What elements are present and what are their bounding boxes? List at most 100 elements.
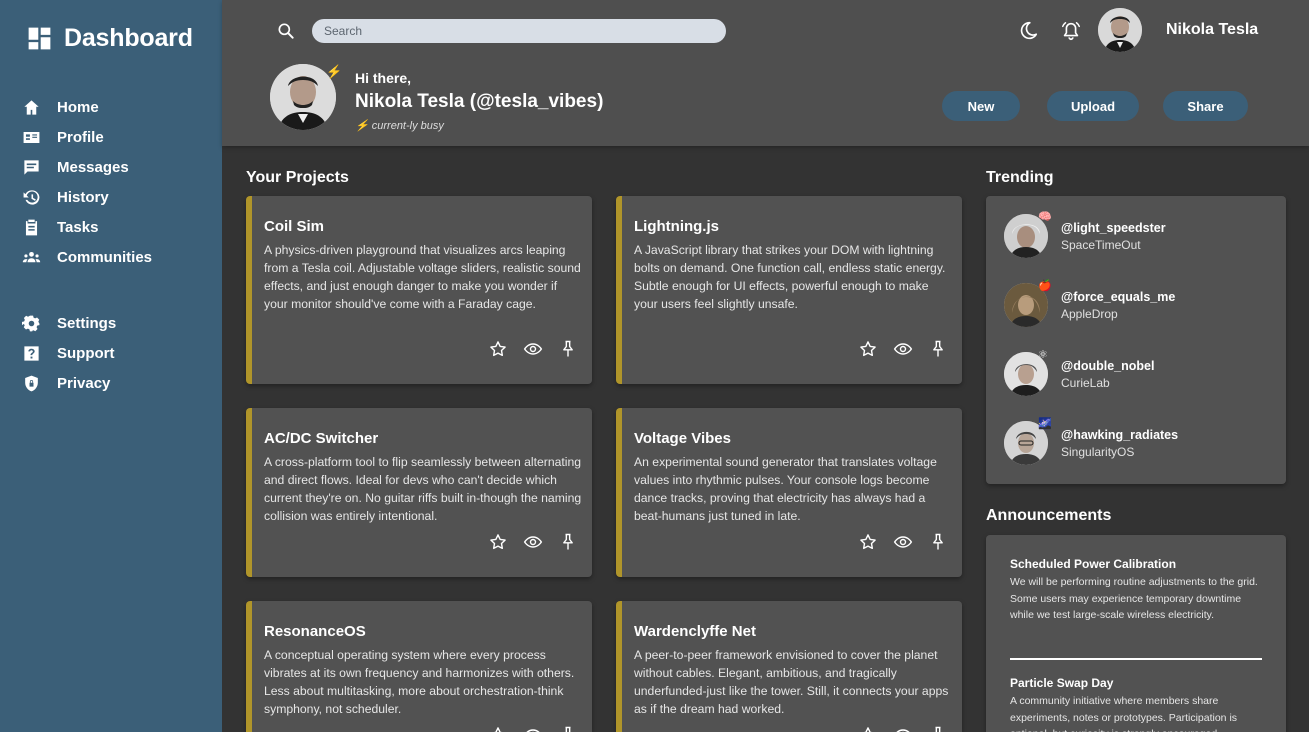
shield-icon — [25, 375, 38, 391]
project-card[interactable]: ResonanceOS A conceptual operating syste… — [246, 601, 592, 732]
project-card[interactable]: Coil Sim A physics-driven playground tha… — [246, 196, 592, 384]
pin-icon[interactable] — [928, 532, 948, 552]
search-icon[interactable] — [276, 21, 296, 41]
sidebar-item-history[interactable]: History — [0, 182, 222, 212]
trending-title: Trending — [986, 169, 1054, 186]
trending-badge: 🍎 — [1038, 280, 1052, 292]
trending-badge: 🌌 — [1038, 418, 1052, 430]
project-name: Voltage Vibes — [634, 430, 731, 447]
eye-icon[interactable] — [523, 725, 543, 732]
project-name: AC/DC Switcher — [264, 430, 379, 447]
star-icon[interactable] — [488, 532, 508, 552]
trending-subtitle: SingularityOS — [1061, 444, 1135, 459]
header: Nikola Tesla ⚡ Hi there, Nikola Tesla (@… — [222, 0, 1309, 146]
project-name: Lightning.js — [634, 218, 719, 235]
eye-icon[interactable] — [893, 339, 913, 359]
pin-icon[interactable] — [558, 339, 578, 359]
card-actions — [858, 532, 948, 552]
sidebar-item-home[interactable]: Home — [0, 92, 222, 122]
greeting-text: Hi there, — [355, 70, 412, 86]
project-card[interactable]: AC/DC Switcher A cross-platform tool to … — [246, 408, 592, 577]
user-name[interactable]: Nikola Tesla — [1166, 21, 1258, 39]
user-avatar[interactable] — [1098, 8, 1142, 52]
announcement-divider — [1010, 658, 1262, 660]
trending-handle: @double_nobel — [1061, 358, 1155, 373]
announcement-body: A community initiative where members sha… — [1010, 695, 1238, 732]
secondary-nav: Settings Support Privacy — [0, 308, 222, 398]
sidebar-item-label: Privacy — [57, 374, 111, 392]
trending-item[interactable]: ⚛ @double_nobel CurieLab — [1004, 349, 1155, 396]
sidebar-item-privacy[interactable]: Privacy — [0, 368, 222, 398]
star-icon[interactable] — [858, 532, 878, 552]
pin-icon[interactable] — [928, 339, 948, 359]
star-icon[interactable] — [488, 339, 508, 359]
status-text: ⚡ current-ly busy — [355, 120, 444, 132]
new-button[interactable]: New — [942, 91, 1020, 121]
sidebar: Dashboard Home Profile Messages History … — [0, 0, 222, 732]
trending-handle: @light_speedster — [1061, 220, 1166, 235]
sidebar-item-label: Home — [57, 98, 99, 116]
sidebar-item-label: Profile — [57, 128, 104, 146]
sidebar-item-communities[interactable]: Communities — [0, 242, 222, 272]
pin-icon[interactable] — [928, 725, 948, 732]
sidebar-item-support[interactable]: Support — [0, 338, 222, 368]
brand[interactable]: Dashboard — [25, 24, 193, 53]
sidebar-item-profile[interactable]: Profile — [0, 122, 222, 152]
brand-title: Dashboard — [64, 24, 193, 52]
project-card[interactable]: Wardenclyffe Net A peer-to-peer framewor… — [616, 601, 962, 732]
project-description: A conceptual operating system where ever… — [264, 648, 575, 716]
tesla-portrait-icon — [1098, 8, 1142, 52]
group-icon — [22, 251, 41, 262]
announcement-title: Particle Swap Day — [1010, 676, 1114, 690]
announcements-panel: Scheduled Power Calibration We will be p… — [986, 535, 1286, 732]
sidebar-item-settings[interactable]: Settings — [0, 308, 222, 338]
project-description: A peer-to-peer framework envisioned to c… — [634, 648, 949, 716]
eye-icon[interactable] — [893, 725, 913, 732]
project-description: An experimental sound generator that tra… — [634, 455, 937, 523]
sidebar-item-label: Tasks — [57, 218, 99, 236]
star-icon[interactable] — [858, 339, 878, 359]
announcements-title: Announcements — [986, 507, 1112, 524]
trending-item[interactable]: 🍎 @force_equals_me AppleDrop — [1004, 280, 1176, 327]
card-actions — [858, 725, 948, 732]
search-input[interactable] — [312, 19, 726, 43]
message-icon — [24, 159, 39, 175]
trending-panel: 🧠 @light_speedster SpaceTimeOut 🍎 @force… — [986, 196, 1286, 484]
star-icon[interactable] — [858, 725, 878, 732]
project-description: A cross-platform tool to flip seamlessly… — [264, 455, 582, 523]
project-name: Coil Sim — [264, 218, 325, 235]
share-button[interactable]: Share — [1163, 91, 1248, 121]
eye-icon[interactable] — [893, 532, 913, 552]
home-icon — [24, 99, 39, 115]
question-icon — [24, 345, 39, 361]
gear-icon — [22, 315, 40, 331]
sidebar-item-tasks[interactable]: Tasks — [0, 212, 222, 242]
sidebar-item-messages[interactable]: Messages — [0, 152, 222, 182]
trending-subtitle: CurieLab — [1061, 375, 1110, 390]
profile-handle: Nikola Tesla (@tesla_vibes) — [355, 91, 604, 112]
trending-item[interactable]: 🧠 @light_speedster SpaceTimeOut — [1004, 211, 1166, 258]
project-name: Wardenclyffe Net — [634, 623, 756, 640]
trending-item[interactable]: 🌌 @hawking_radiates SingularityOS — [1004, 418, 1178, 465]
project-name: ResonanceOS — [264, 623, 366, 640]
history-icon — [23, 189, 40, 205]
eye-icon[interactable] — [523, 339, 543, 359]
sidebar-item-label: Messages — [57, 158, 129, 176]
trending-handle: @force_equals_me — [1061, 289, 1176, 304]
moon-icon[interactable] — [1017, 20, 1039, 42]
bell-alert-icon[interactable] — [1060, 20, 1082, 42]
pin-icon[interactable] — [558, 725, 578, 732]
eye-icon[interactable] — [523, 532, 543, 552]
trending-badge: 🧠 — [1038, 211, 1052, 223]
trending-badge: ⚛ — [1038, 349, 1048, 361]
bolt-badge: ⚡ — [326, 64, 343, 79]
announcement-body: We will be performing routine adjustment… — [1010, 576, 1258, 621]
upload-button[interactable]: Upload — [1047, 91, 1139, 121]
project-description: A physics-driven playground that visuali… — [264, 243, 581, 311]
star-icon[interactable] — [488, 725, 508, 732]
sidebar-item-label: Support — [57, 344, 115, 362]
trending-subtitle: AppleDrop — [1061, 306, 1118, 321]
project-card[interactable]: Lightning.js A JavaScript library that s… — [616, 196, 962, 384]
project-card[interactable]: Voltage Vibes An experimental sound gene… — [616, 408, 962, 577]
pin-icon[interactable] — [558, 532, 578, 552]
